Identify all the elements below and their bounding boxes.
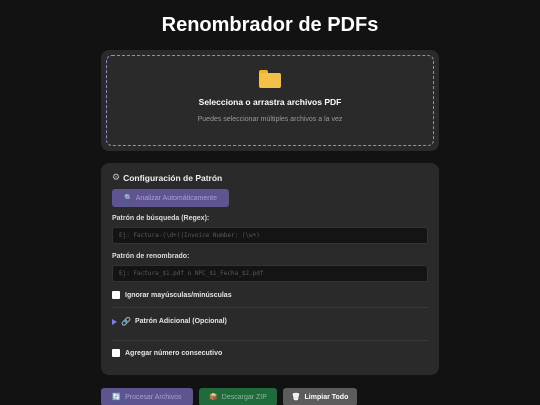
- consecutive-row[interactable]: Agregar número consecutivo: [112, 349, 222, 357]
- rename-pattern-input[interactable]: Ej: Factura_$1.pdf o NPC_$1_Fecha_$2.pdf: [112, 265, 428, 282]
- config-title-label: Configuración de Patrón: [123, 172, 223, 183]
- process-files-label: Procesar Archivos: [125, 393, 182, 401]
- ignore-case-row[interactable]: Ignorar mayúsculas/minúsculas: [112, 291, 232, 299]
- trash-icon: 🗑: [291, 394, 301, 401]
- search-pattern-label: Patrón de búsqueda (Regex):: [112, 215, 210, 222]
- dropzone-border[interactable]: Selecciona o arrastra archivos PDF Puede…: [106, 55, 434, 146]
- download-zip-label: Descargar ZIP: [221, 393, 267, 401]
- link-icon: 🔗: [121, 317, 131, 326]
- consecutive-label: Agregar número consecutivo: [125, 349, 223, 357]
- ignore-case-label: Ignorar mayúsculas/minúsculas: [125, 291, 232, 299]
- package-icon: 📦: [209, 394, 218, 401]
- pattern-config-panel: ⚙ Configuración de Patrón 🔍 Analizar Aut…: [101, 163, 439, 375]
- triangle-right-icon: [112, 318, 117, 325]
- magnifier-icon: 🔍: [123, 195, 133, 202]
- ignore-case-checkbox[interactable]: [112, 291, 120, 299]
- additional-pattern-toggle[interactable]: 🔗 Patrón Adicional (Opcional): [112, 317, 227, 326]
- dropzone-title: Selecciona o arrastra archivos PDF: [198, 97, 342, 107]
- divider: [112, 307, 428, 308]
- action-bar: 🔄 Procesar Archivos 📦 Descargar ZIP 🗑 Li…: [101, 388, 357, 405]
- clear-all-button[interactable]: 🗑 Limpiar Todo: [283, 388, 357, 405]
- rename-pattern-label: Patrón de renombrado:: [112, 253, 190, 260]
- dropzone-subtitle: Puedes seleccionar múltiples archivos a …: [197, 116, 343, 123]
- divider: [112, 340, 428, 341]
- file-dropzone[interactable]: Selecciona o arrastra archivos PDF Puede…: [101, 50, 439, 151]
- download-zip-button[interactable]: 📦 Descargar ZIP: [199, 388, 277, 405]
- search-pattern-input[interactable]: Ej: Factura-(\d+)|Invoice Number: (\w+): [112, 227, 428, 244]
- config-title: ⚙ Configuración de Patrón: [112, 172, 222, 183]
- refresh-icon: 🔄: [112, 394, 122, 401]
- gear-icon: ⚙: [112, 172, 121, 182]
- analyze-auto-label: Analizar Automáticamente: [135, 194, 218, 202]
- page-title: Renombrador de PDFs: [161, 14, 379, 36]
- analyze-auto-button[interactable]: 🔍 Analizar Automáticamente: [112, 189, 229, 207]
- additional-pattern-label: Patrón Adicional (Opcional): [134, 318, 227, 325]
- clear-all-label: Limpiar Todo: [304, 393, 349, 401]
- consecutive-checkbox[interactable]: [112, 349, 120, 357]
- folder-icon: [259, 70, 281, 88]
- process-files-button[interactable]: 🔄 Procesar Archivos: [101, 388, 193, 405]
